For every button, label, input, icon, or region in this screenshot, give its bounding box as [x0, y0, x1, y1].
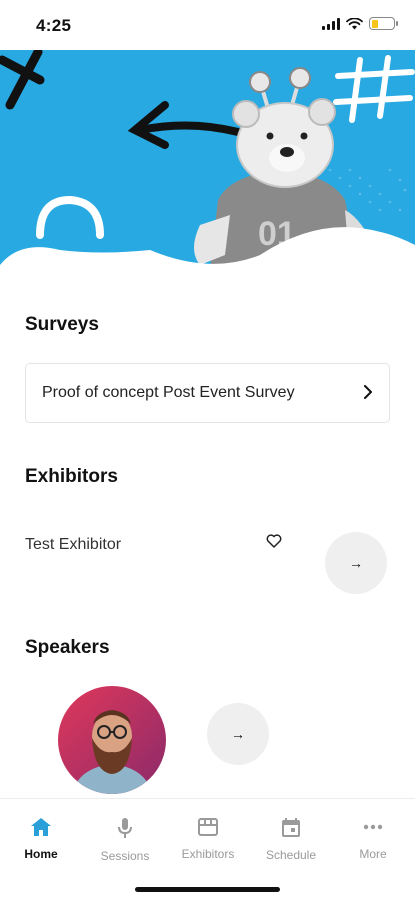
- speakers-next-button[interactable]: →: [207, 703, 269, 765]
- surveys-heading: Surveys: [25, 314, 99, 335]
- nav-item-home[interactable]: Home: [1, 817, 81, 861]
- survey-item[interactable]: Proof of concept Post Event Survey: [25, 363, 390, 423]
- more-dots-icon: [363, 824, 383, 830]
- nav-label-home: Home: [24, 847, 58, 861]
- exhibitors-heading: Exhibitors: [25, 466, 118, 487]
- exhibitor-item-name[interactable]: Test Exhibitor: [25, 536, 121, 554]
- battery-icon: [369, 17, 398, 30]
- speaker-avatar[interactable]: [58, 686, 166, 794]
- calendar-icon: [282, 818, 300, 837]
- storefront-icon: [198, 818, 218, 836]
- speakers-heading: Speakers: [25, 637, 110, 658]
- heart-outline-icon[interactable]: [266, 534, 282, 552]
- hero-banner: 01: [0, 50, 415, 270]
- status-icons: [322, 17, 398, 30]
- nav-item-exhibitors[interactable]: Exhibitors: [168, 817, 248, 861]
- status-bar: 4:25: [0, 0, 415, 50]
- nav-label-schedule: Schedule: [265, 848, 317, 862]
- wifi-icon: [346, 17, 363, 29]
- home-indicator: [135, 887, 280, 892]
- survey-item-label: Proof of concept Post Event Survey: [42, 384, 295, 401]
- nav-item-more[interactable]: More: [333, 817, 413, 861]
- nav-label-sessions: Sessions: [100, 849, 150, 863]
- bottom-nav: Home Sessions Exhibitors Schedule More: [0, 798, 415, 900]
- exhibitors-next-button[interactable]: →: [325, 532, 387, 594]
- nav-label-more: More: [359, 847, 387, 861]
- microphone-icon: [118, 818, 132, 838]
- status-time: 4:25: [36, 16, 72, 35]
- nav-item-sessions[interactable]: Sessions: [85, 817, 165, 863]
- signal-icon: [322, 17, 340, 30]
- nav-label-exhibitors: Exhibitors: [181, 847, 235, 861]
- nav-item-schedule[interactable]: Schedule: [251, 817, 331, 862]
- arrow-right-icon: →: [231, 726, 245, 742]
- arrow-right-icon: →: [349, 555, 363, 571]
- chevron-right-icon: [363, 382, 373, 405]
- home-icon: [31, 818, 51, 836]
